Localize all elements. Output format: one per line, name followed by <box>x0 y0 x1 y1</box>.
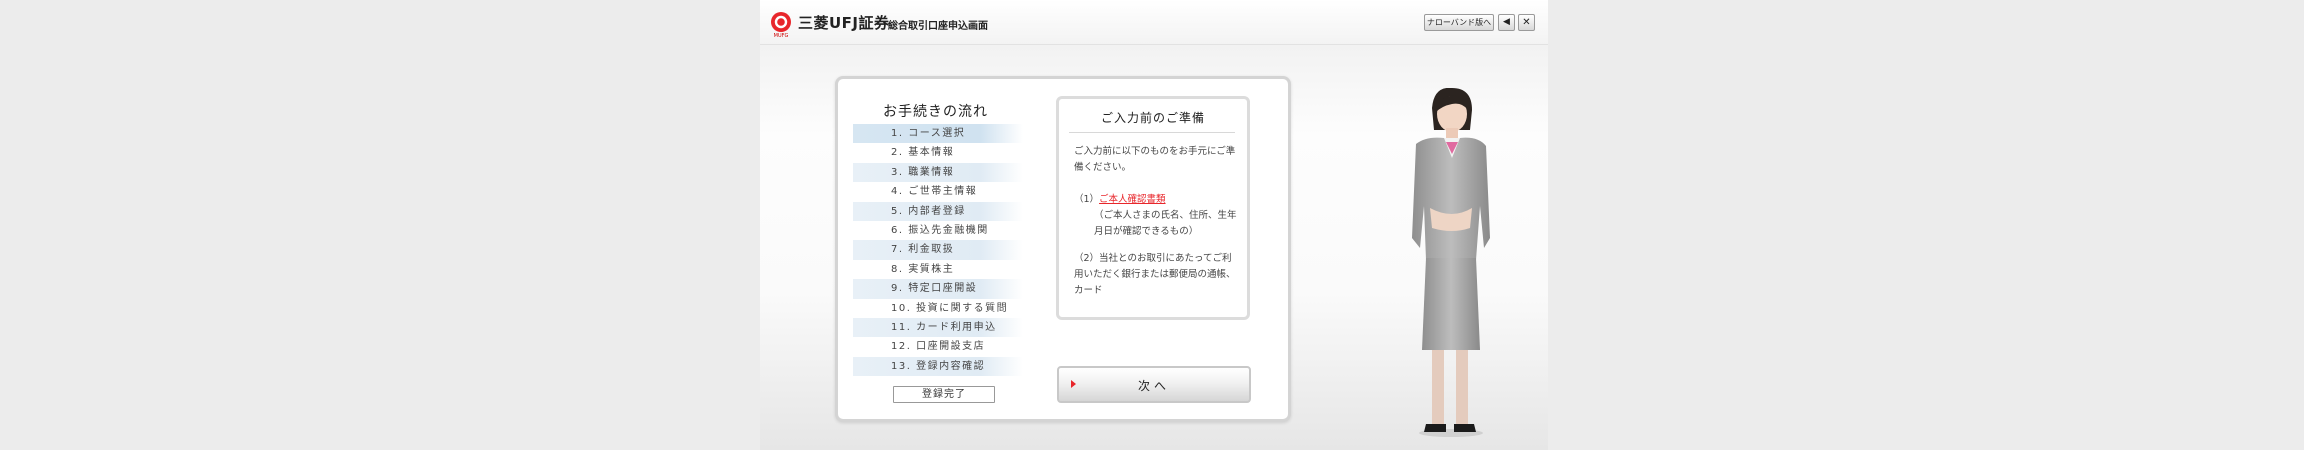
step-item: 3. 職業情報 <box>853 162 1023 183</box>
flow-title: お手続きの流れ <box>883 104 988 120</box>
step-item: 9. 特定口座開設 <box>853 279 1023 299</box>
application-stage: MUFG 三菱UFJ証券 総合取引口座申込画面 ナローバンド版へ ◀ ✕ お手続… <box>760 0 1548 450</box>
preparation-intro: ご入力前に以下のものをお手元にご準備ください。 <box>1074 146 1236 173</box>
step-list: 1. コース選択 2. 基本情報 3. 職業情報 4. ご世帯主情報 5. 内部… <box>853 124 1023 377</box>
step-item: 7. 利金取扱 <box>853 240 1023 260</box>
application-panel: お手続きの流れ 1. コース選択 2. 基本情報 3. 職業情報 4. ご世帯主… <box>835 76 1291 422</box>
presenter-figure <box>1412 88 1490 437</box>
preparation-item-2: （2）当社とのお取引にあたってご利用いただく銀行または郵便局の通帳、カード <box>1074 253 1236 296</box>
registration-complete-button[interactable]: 登録完了 <box>893 386 995 403</box>
step-item: 13. 登録内容確認 <box>853 356 1023 377</box>
id-document-link[interactable]: ご本人確認書類 <box>1099 194 1166 205</box>
divider <box>1069 132 1235 133</box>
sound-icon[interactable]: ◀ <box>1498 14 1515 31</box>
step-item: 2. 基本情報 <box>891 147 955 159</box>
close-icon[interactable]: ✕ <box>1518 14 1535 31</box>
next-button[interactable]: 次へ <box>1057 366 1251 403</box>
mufg-logo-icon <box>771 12 791 32</box>
step-item: 4. ご世帯主情報 <box>891 186 978 198</box>
item-1-number: （1） <box>1074 194 1100 205</box>
narrowband-button[interactable]: ナローバンド版へ <box>1424 14 1494 31</box>
step-item: 6. 振込先金融機関 <box>891 224 989 236</box>
header-bar: MUFG 三菱UFJ証券 総合取引口座申込画面 ナローバンド版へ ◀ ✕ <box>760 0 1548 45</box>
step-item: 12. 口座開設支店 <box>891 341 986 353</box>
preparation-item-1-note: （ご本人さまの氏名、住所、生年月日が確認できるもの） <box>1094 210 1237 237</box>
step-item: 1. コース選択 <box>853 124 1023 144</box>
step-item: 8. 実質株主 <box>891 263 955 275</box>
screen-title: 総合取引口座申込画面 <box>888 21 988 32</box>
logo-subtext: MUFG <box>773 33 789 39</box>
preparation-box: ご入力前のご準備 ご入力前に以下のものをお手元にご準備ください。 （1）ご本人確… <box>1056 96 1250 320</box>
step-item: 10. 投資に関する質問 <box>891 302 1009 314</box>
preparation-title: ご入力前のご準備 <box>1100 111 1205 125</box>
step-item: 11. カード利用申込 <box>853 317 1023 338</box>
next-button-label: 次へ <box>1137 379 1170 393</box>
step-item: 5. 内部者登録 <box>853 201 1023 221</box>
preparation-item-1: （1）ご本人確認書類 <box>1074 191 1166 205</box>
company-name: 三菱UFJ証券 <box>798 14 890 32</box>
